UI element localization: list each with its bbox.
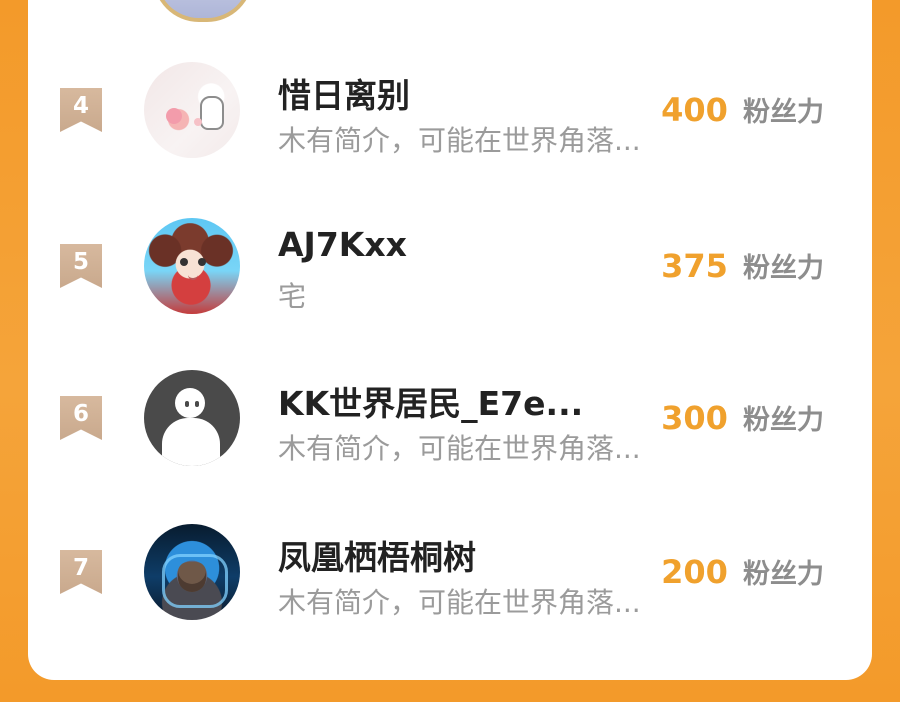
leaderboard-screen: 4 惜日离别 木有简介，可能在世界角落... 400 粉丝力 5 AJ7Kxx … [0,0,900,702]
fan-power-label: 粉丝力 [743,253,824,284]
fan-power-score: 400 粉丝力 [661,90,824,129]
rank-number: 5 [72,249,89,275]
default-user-avatar-icon[interactable] [144,370,240,466]
fan-power-value: 375 [661,247,728,285]
user-bio: 木有简介，可能在世界角落... [278,124,641,157]
rank-badge: 4 [60,88,102,132]
leaderboard-row[interactable]: 4 惜日离别 木有简介，可能在世界角落... 400 粉丝力 [28,62,872,172]
user-name[interactable]: 凤凰栖梧桐树 [278,531,476,579]
user-name[interactable]: KK世界居民_E7e... [278,377,583,425]
leaderboard-card: 4 惜日离别 木有简介，可能在世界角落... 400 粉丝力 5 AJ7Kxx … [28,0,872,680]
user-name[interactable]: 惜日离别 [278,69,410,117]
avatar-eye-icon [195,401,199,407]
fan-power-label: 粉丝力 [743,97,824,128]
leaderboard-row[interactable]: 6 KK世界居民_E7e... 木有简介，可能在世界角落... 300 粉丝力 [28,370,872,480]
rank-badge: 7 [60,550,102,594]
user-name[interactable]: AJ7Kxx [278,225,407,264]
avatar-icon [153,0,253,22]
fan-power-score: 300 粉丝力 [661,398,824,437]
user-bio: 木有简介，可能在世界角落... [278,432,641,465]
leaderboard-row[interactable]: 7 凤凰栖梧桐树 木有简介，可能在世界角落... 200 粉丝力 [28,524,872,634]
fan-power-value: 300 [661,399,728,437]
avatar-head-shape [175,388,205,418]
fan-power-value: 200 [661,553,728,591]
rank-number: 6 [72,401,89,427]
avatar-eye-icon [185,401,189,407]
user-bio: 宅 [278,280,307,313]
fan-power-label: 粉丝力 [743,405,824,436]
fan-power-score: 375 粉丝力 [661,246,824,285]
rank-number: 7 [72,555,89,581]
leaderboard-row[interactable]: 5 AJ7Kxx 宅 375 粉丝力 [28,218,872,328]
rank-number: 4 [72,93,89,119]
fan-power-score: 200 粉丝力 [661,552,824,591]
anime-girl-avatar-icon[interactable] [144,218,240,314]
robot-armor-avatar-icon[interactable] [144,524,240,620]
fan-power-value: 400 [661,91,728,129]
avatar-body-shape [162,418,220,466]
rank-badge: 5 [60,244,102,288]
cartoon-character-avatar-icon[interactable] [144,62,240,158]
fan-power-label: 粉丝力 [743,559,824,590]
user-bio: 木有简介，可能在世界角落... [278,586,641,619]
rank-badge: 6 [60,396,102,440]
